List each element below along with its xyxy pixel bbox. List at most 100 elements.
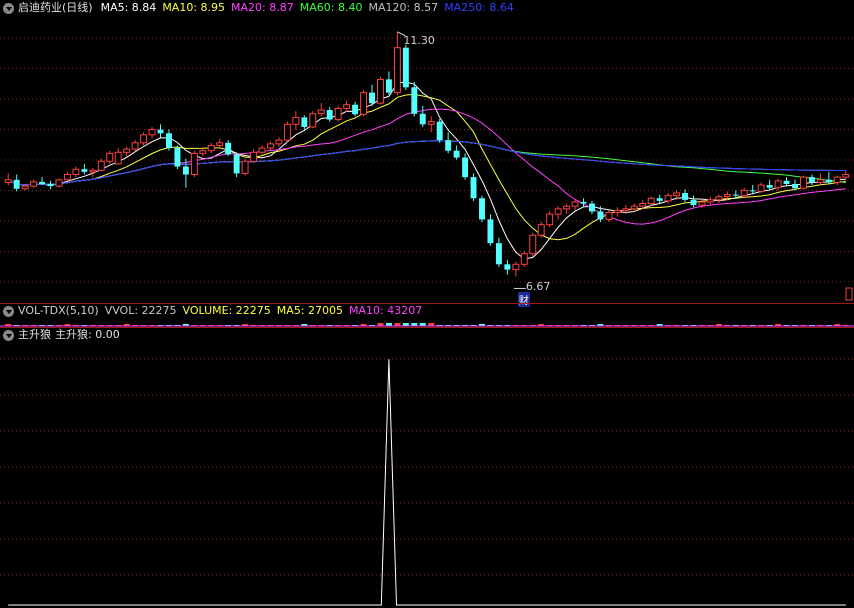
candle-body bbox=[326, 110, 333, 120]
candle-body bbox=[445, 140, 452, 151]
candle-body bbox=[377, 78, 384, 104]
candle-body bbox=[774, 180, 782, 189]
candle-body bbox=[334, 107, 342, 121]
candle-body bbox=[537, 224, 545, 236]
candle-body bbox=[622, 208, 630, 211]
candle-body bbox=[757, 184, 765, 192]
candle-body bbox=[385, 79, 392, 93]
candle-body bbox=[402, 47, 409, 88]
candle-body bbox=[487, 219, 494, 244]
candle-body bbox=[55, 179, 63, 187]
candle-body bbox=[504, 264, 511, 270]
candle-body bbox=[140, 134, 148, 144]
candle-body bbox=[529, 234, 537, 255]
candle-body bbox=[740, 189, 748, 197]
candle-body bbox=[4, 179, 12, 183]
candle-body bbox=[554, 208, 562, 215]
candle-body bbox=[647, 197, 655, 205]
indicator-title: 主升狼 bbox=[18, 328, 51, 341]
candle-body bbox=[182, 166, 189, 175]
candle-body bbox=[792, 184, 798, 189]
high-price-label: 11.30 bbox=[403, 33, 435, 47]
candle-body bbox=[199, 150, 207, 154]
candle-body bbox=[258, 147, 266, 153]
indicator-line bbox=[8, 359, 846, 606]
candle-body bbox=[123, 148, 131, 153]
candle-body bbox=[39, 181, 46, 184]
candle-body bbox=[72, 168, 80, 175]
candle-body bbox=[453, 150, 460, 158]
candle-body bbox=[749, 190, 756, 192]
candle-body bbox=[114, 151, 122, 165]
ma-legend-item: MA10: 8.95 bbox=[162, 1, 226, 14]
candle-body bbox=[241, 160, 249, 174]
ma-line bbox=[7, 108, 846, 225]
candle-body bbox=[233, 154, 240, 174]
candle-body bbox=[411, 87, 418, 114]
candle-body bbox=[664, 195, 672, 202]
candle-body bbox=[81, 169, 88, 172]
candle-body bbox=[732, 194, 739, 196]
volume-collapse-icon[interactable] bbox=[3, 305, 14, 317]
ma-legend-item: MA120: 8.57 bbox=[368, 1, 439, 14]
candle-body bbox=[495, 243, 502, 265]
candle-body bbox=[563, 205, 571, 210]
candle-body bbox=[520, 253, 528, 265]
price-panel[interactable]: 启迪药业(日线) MA5: 8.84 MA10: 8.95 MA20: 8.87 MA… bbox=[0, 0, 854, 308]
candle-body bbox=[808, 177, 815, 183]
price-collapse-icon[interactable] bbox=[3, 2, 14, 14]
ma-legend-item: MA20: 8.87 bbox=[231, 1, 294, 14]
candle-body bbox=[47, 184, 54, 187]
candle-body bbox=[436, 121, 443, 141]
candle-body bbox=[656, 198, 663, 201]
candle-body bbox=[157, 129, 164, 134]
candle-body bbox=[462, 157, 469, 178]
candle-body bbox=[317, 109, 325, 115]
candle-body bbox=[225, 142, 232, 155]
volume-panel[interactable]: VOL-TDX(5,10) VVOL: 22275 VOLUME: 22275 MA… bbox=[0, 303, 854, 327]
candle-body bbox=[283, 123, 291, 141]
stock-name: 启迪药业(日线) bbox=[18, 1, 93, 14]
candle-body bbox=[309, 113, 317, 128]
candle-body bbox=[369, 92, 375, 104]
candle-body bbox=[706, 199, 714, 203]
candle-body bbox=[352, 104, 359, 115]
candle-body bbox=[292, 116, 300, 125]
indicator-panel[interactable]: 主升狼 主升狼: 0.00 bbox=[0, 327, 854, 608]
candle-body bbox=[605, 212, 613, 220]
candle-body bbox=[166, 133, 172, 149]
candle-body bbox=[613, 209, 621, 214]
candle-body bbox=[690, 199, 697, 206]
candle-body bbox=[589, 203, 595, 212]
candle-body bbox=[833, 176, 841, 183]
ma-legend-item: MA250: 8.64 bbox=[444, 1, 514, 14]
candle-body bbox=[148, 129, 156, 136]
indicator-chart bbox=[0, 358, 854, 606]
candle-body bbox=[715, 196, 723, 201]
candle-body bbox=[275, 139, 283, 145]
candle-body bbox=[21, 185, 29, 190]
indicator-collapse-icon[interactable] bbox=[3, 329, 14, 341]
volume-legend-item: MA5: 27005 bbox=[276, 304, 344, 317]
candle-body bbox=[393, 47, 401, 94]
candle-body bbox=[546, 213, 554, 226]
ma-legend: MA5: 8.84 MA10: 8.95 MA20: 8.87 MA60: 8.40 M… bbox=[101, 1, 514, 15]
candle-body bbox=[13, 179, 20, 189]
candle-body bbox=[512, 263, 520, 271]
candle-body bbox=[63, 173, 71, 181]
indicator-header: 主升狼 主升狼: 0.00 bbox=[3, 328, 120, 342]
candle-body bbox=[816, 179, 824, 183]
volume-legend: VVOL: 22275 VOLUME: 22275 MA5: 27005 MA10: … bbox=[105, 304, 423, 318]
ma-line bbox=[7, 93, 846, 241]
candle-body bbox=[343, 104, 351, 109]
candle-body bbox=[639, 203, 647, 207]
candle-body bbox=[267, 143, 274, 149]
volume-header: VOL-TDX(5,10) VVOL: 22275 VOLUME: 22275 MA… bbox=[3, 304, 422, 318]
price-header: 启迪药业(日线) MA5: 8.84 MA10: 8.95 MA20: 8.87 MA… bbox=[3, 1, 514, 15]
candle-body bbox=[630, 205, 638, 210]
candle-body bbox=[597, 211, 604, 220]
candle-body bbox=[97, 160, 105, 171]
volume-legend-item: MA10: 43207 bbox=[349, 304, 423, 317]
ma-legend-item: MA5: 8.84 bbox=[100, 1, 157, 14]
candle-body bbox=[766, 185, 773, 188]
